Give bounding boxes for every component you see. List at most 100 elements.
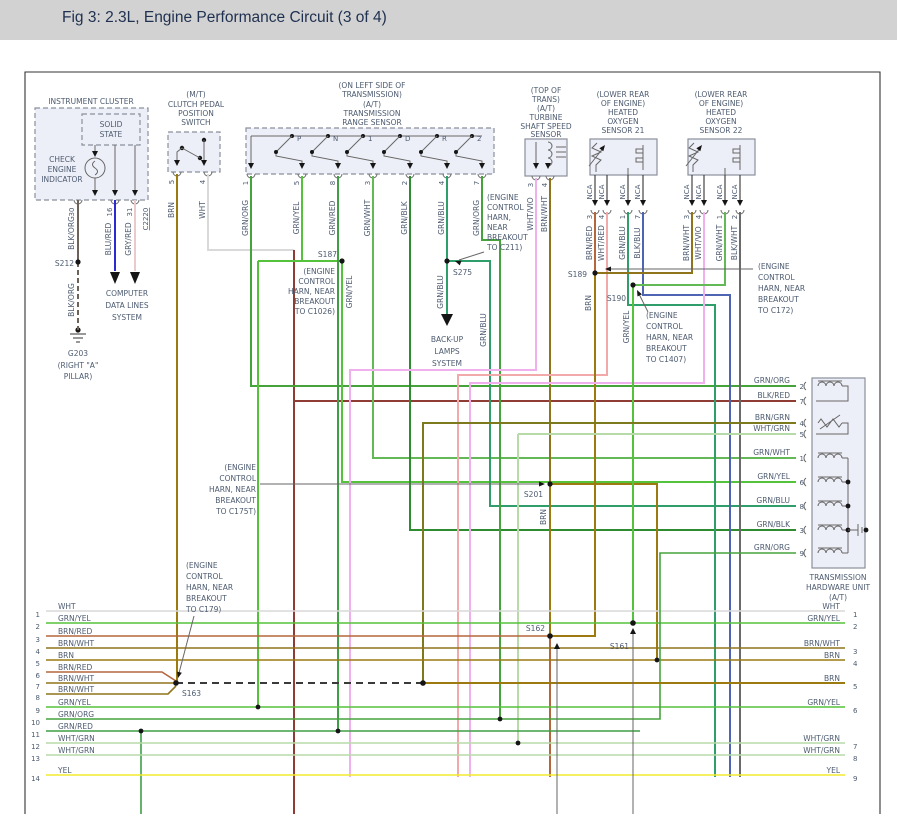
row-label: BRN <box>824 651 840 660</box>
note-line: BREAKOUT <box>758 295 799 304</box>
wire-label: GRN/YEL <box>622 310 631 343</box>
component-title: RANGE SENSOR <box>342 118 402 127</box>
row-label: WHT/GRN <box>58 746 95 755</box>
note-line: NEAR <box>487 223 508 232</box>
splice-label: S187 <box>318 250 337 259</box>
system-arrow-icon <box>130 272 140 284</box>
component-title: (A/T) <box>363 100 381 109</box>
solid-state-label: SOLID <box>100 120 123 129</box>
check-engine-label: CHECK <box>49 155 76 164</box>
wire-label: WHT/VIO <box>694 226 703 260</box>
nca-label: NCA <box>619 184 627 199</box>
row-label: BRN <box>824 674 840 683</box>
row-number: 6 <box>36 672 41 680</box>
row-number: 4 <box>36 648 41 656</box>
row-label: WHT <box>58 602 76 611</box>
note-line: HARN, NEAR <box>209 485 256 494</box>
clutch-pedal-switch: (M/T) CLUTCH PEDAL POSITION SWITCH 5 4 B… <box>167 90 225 219</box>
pin-number: 30 <box>68 208 76 217</box>
component-title: SENSOR 22 <box>700 126 743 135</box>
wire-label: BLU/RED <box>104 222 113 255</box>
check-engine-label: INDICATOR <box>41 175 82 184</box>
row-label: BRN/WHT <box>58 639 95 648</box>
row-number: 9 <box>36 707 40 715</box>
wires <box>78 174 796 814</box>
system-label: COMPUTER <box>106 289 148 298</box>
note-line: TO C175T) <box>215 507 256 516</box>
pin-number: 7 <box>634 215 642 219</box>
connector-label: C2220 <box>142 208 150 231</box>
component-title: (M/T) <box>186 90 206 99</box>
row-label: GRN/YEL <box>58 614 91 623</box>
note-line: (ENGINE <box>758 262 790 271</box>
note-line: HARN, NEAR <box>186 583 233 592</box>
row-number: 13 <box>31 755 40 763</box>
row-number: 1 <box>853 611 857 619</box>
component-label: (A/T) <box>829 593 847 602</box>
pin-number: 2 <box>731 215 739 219</box>
note-line: CONTROL <box>298 277 335 286</box>
check-engine-label: ENGINE <box>48 165 77 174</box>
row-label: WHT/GRN <box>803 734 840 743</box>
row-number: 8 <box>36 694 40 702</box>
pin-number: 8 <box>329 181 337 185</box>
note-line: (ENGINE <box>487 193 519 202</box>
note-c1407: (ENGINE CONTROL HARN, NEAR BREAKOUT TO C… <box>635 289 693 364</box>
gear-position: 1 <box>368 135 372 143</box>
nca-label: NCA <box>695 184 703 199</box>
wire-label: GRN/WHT <box>753 448 790 457</box>
row-number: 11 <box>31 731 40 739</box>
component-title: OF ENGINE) <box>699 99 743 108</box>
pin-number: 1 <box>619 215 627 219</box>
pin-number: 4 <box>438 180 446 185</box>
row-number: 4 <box>853 660 858 668</box>
system-arrow-icon <box>441 314 453 326</box>
row-number: 3 <box>36 636 40 644</box>
note-line: (ENGINE <box>224 463 256 472</box>
component-title: OXYGEN <box>705 117 736 126</box>
splice-label: S201 <box>524 490 543 499</box>
row-number: 12 <box>31 743 40 751</box>
wire-label: GRN/WHT <box>363 199 372 236</box>
pin-number: 6 <box>800 479 805 487</box>
pin-number: 3 <box>586 215 594 219</box>
row-number: 5 <box>36 660 40 668</box>
component-title: SENSOR <box>531 130 562 139</box>
row-number: 14 <box>31 775 40 783</box>
component-title: INSTRUMENT CLUSTER <box>48 97 133 106</box>
pin-number: 7 <box>473 181 481 185</box>
system-arrow-icon <box>110 272 120 284</box>
row-number: 6 <box>853 707 858 715</box>
pin-number: 1 <box>716 215 724 219</box>
component-title: OF ENGINE) <box>601 99 645 108</box>
component-label: TRANSMISSION <box>809 573 867 582</box>
row-number: 2 <box>36 623 40 631</box>
wire-label: GRN/BLU <box>437 201 446 235</box>
component-title: OXYGEN <box>607 117 638 126</box>
pin-number: 9 <box>800 550 804 558</box>
ground-location: PILLAR) <box>64 372 93 381</box>
ground-label: G203 <box>68 349 88 358</box>
note-c172: (ENGINE CONTROL HARN, NEAR BREAKOUT TO C… <box>605 262 805 315</box>
mid-wire-labels: GRN/YEL GRN/BLU GRN/BLU BRN GRN/YEL BRN <box>345 275 631 525</box>
component-title: (LOWER REAR <box>695 90 748 99</box>
row-label: WHT/GRN <box>803 746 840 755</box>
row-label: BRN <box>58 651 74 660</box>
note-line: TO C1407) <box>645 355 686 364</box>
row-labels-left: 1WHT 2GRN/YEL 3BRN/RED 4BRN/WHT 5BRN 6BR… <box>31 602 95 783</box>
backup-lamps-system: BACK-UP LAMPS SYSTEM <box>431 314 464 368</box>
note-line: CONTROL <box>219 474 256 483</box>
from-below-arrows <box>554 628 636 814</box>
row-label: BRN/WHT <box>58 674 95 683</box>
wire-label: WHT/GRN <box>753 424 790 433</box>
note-line: BREAKOUT <box>215 496 256 505</box>
note-c211: (ENGINE CONTROL HARN, NEAR BREAKOUT TO C… <box>454 193 528 265</box>
pin-number: 4 <box>695 214 703 219</box>
wire-label: BRN/GRN <box>755 413 790 422</box>
note-line: BREAKOUT <box>186 594 227 603</box>
row-label: WHT <box>822 602 840 611</box>
note-line: CONTROL <box>487 203 524 212</box>
note-line: HARN, <box>487 213 511 222</box>
row-label: GRN/YEL <box>58 698 91 707</box>
note-line: BREAKOUT <box>294 297 335 306</box>
